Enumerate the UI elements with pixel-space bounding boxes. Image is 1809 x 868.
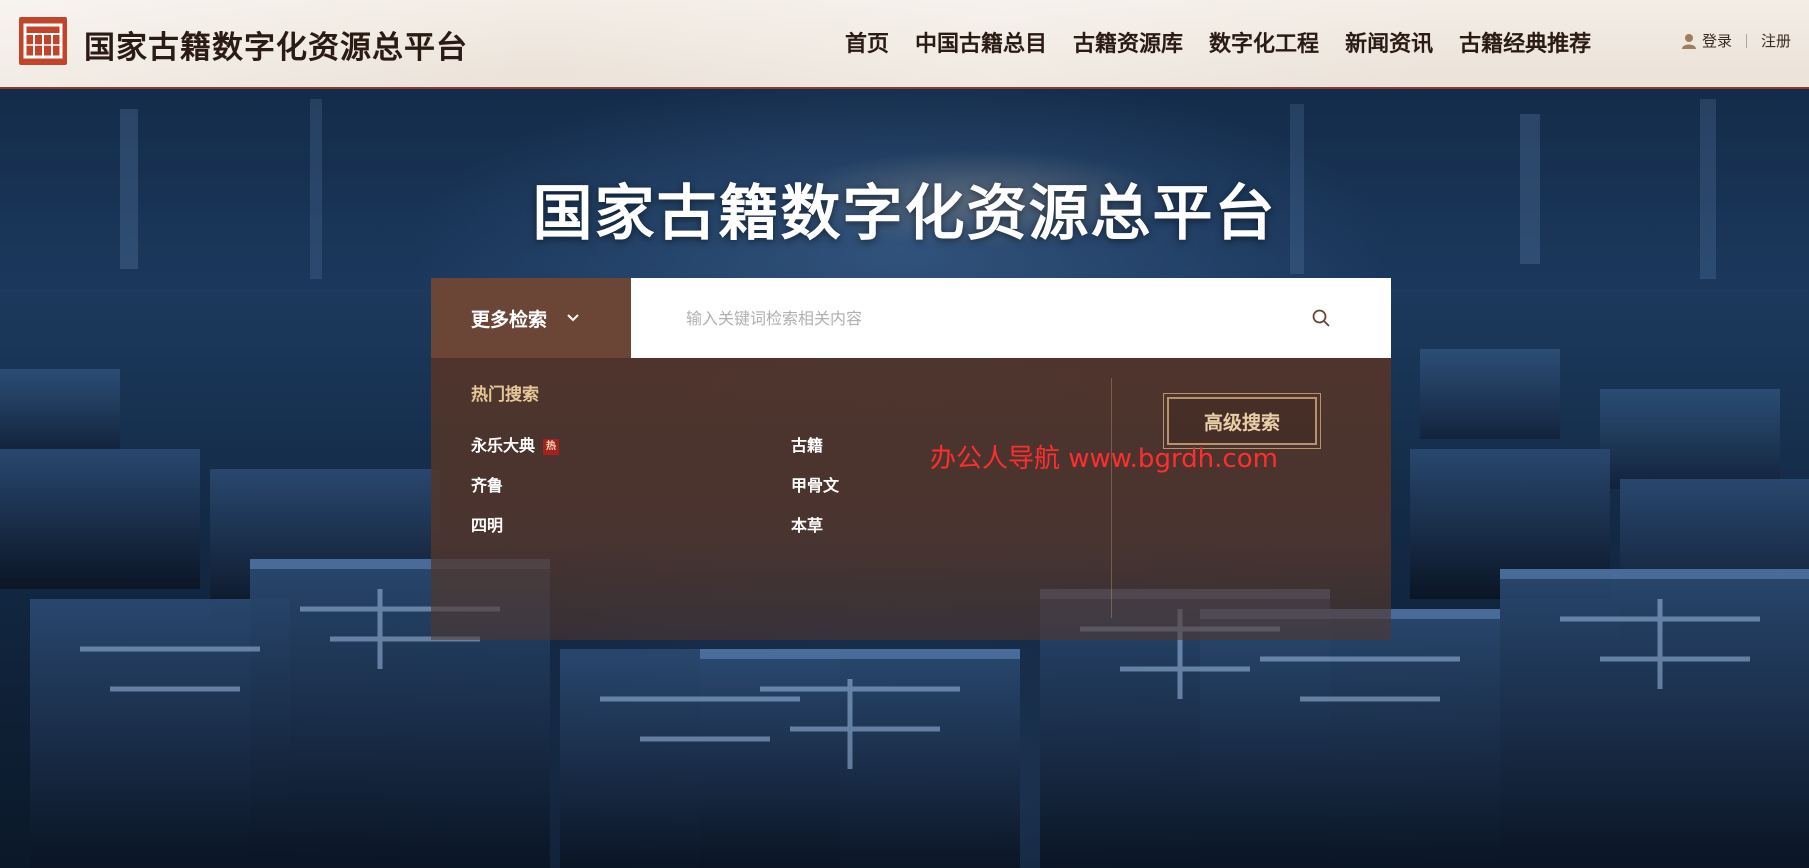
nav-item-resources[interactable]: 古籍资源库 [1073, 26, 1183, 60]
hot-item-siming[interactable]: 四明 [471, 512, 503, 536]
site-title[interactable]: 国家古籍数字化资源总平台 [84, 22, 468, 67]
hot-item-yongle[interactable]: 永乐大典热 [471, 432, 560, 456]
hot-item-qilu[interactable]: 齐鲁 [471, 472, 503, 496]
search-input[interactable] [686, 300, 1286, 336]
hero-title: 国家古籍数字化资源总平台 [532, 179, 1277, 249]
nav-item-catalog[interactable]: 中国古籍总目 [915, 26, 1047, 60]
more-search-dropdown[interactable]: 更多检索 [431, 278, 631, 358]
nav-item-classics[interactable]: 古籍经典推荐 [1459, 26, 1591, 60]
site-logo[interactable] [19, 17, 67, 65]
main-nav: 首页 中国古籍总目 古籍资源库 数字化工程 新闻资讯 古籍经典推荐 [845, 26, 1591, 60]
logo-icon [23, 23, 63, 59]
hot-item-label: 永乐大典 [471, 436, 536, 455]
hot-item-guji[interactable]: 古籍 [791, 432, 823, 456]
hot-item-bencao[interactable]: 本草 [791, 512, 823, 536]
nav-item-digitization[interactable]: 数字化工程 [1209, 26, 1319, 60]
search-bar: 更多检索 [431, 278, 1391, 358]
chevron-down-icon [567, 314, 579, 322]
auth-links: 登录 注册 [1680, 30, 1791, 51]
watermark-text: 办公人导航 www.bgrdh.com [930, 444, 1278, 474]
user-icon [1682, 33, 1696, 49]
search-field [631, 278, 1391, 358]
search-icon[interactable] [1311, 308, 1331, 328]
hot-badge: 热 [543, 438, 560, 455]
hot-item-oracle[interactable]: 甲骨文 [791, 472, 839, 496]
auth-divider [1746, 33, 1748, 48]
hot-search-title: 热门搜索 [471, 385, 539, 405]
hot-search-panel: 热门搜索 永乐大典热 古籍 齐鲁 甲骨文 四明 本草 高级搜索 [431, 358, 1391, 640]
panel-divider [1111, 378, 1112, 618]
nav-item-news[interactable]: 新闻资讯 [1345, 26, 1433, 60]
login-link[interactable]: 登录 [1702, 30, 1732, 51]
nav-item-home[interactable]: 首页 [845, 26, 889, 60]
register-link[interactable]: 注册 [1761, 30, 1791, 51]
hero-banner: 国家古籍数字化资源总平台 更多检索 热门搜索 永乐大典热 古籍 齐鲁 甲骨文 四… [0, 89, 1809, 868]
more-search-label: 更多检索 [471, 308, 548, 331]
top-header: 国家古籍数字化资源总平台 首页 中国古籍总目 古籍资源库 数字化工程 新闻资讯 … [0, 0, 1809, 89]
